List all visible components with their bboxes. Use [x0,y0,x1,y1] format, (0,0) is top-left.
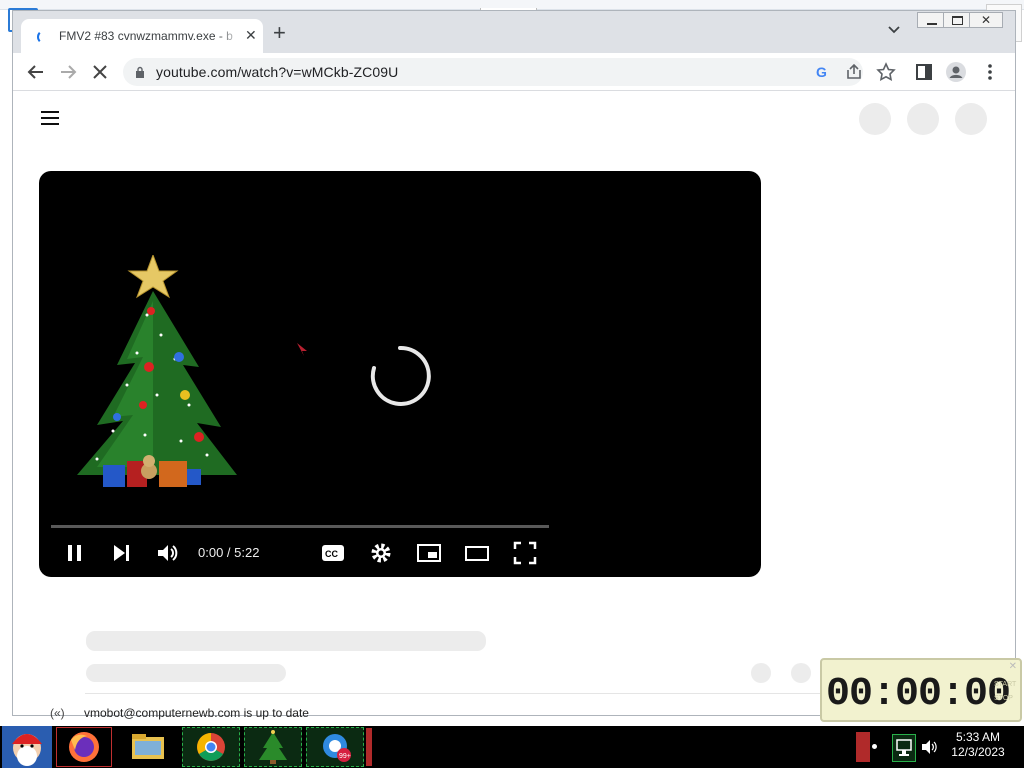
restore-button[interactable] [943,12,971,28]
santa-icon [2,726,52,768]
notification-text: («) vmobot@computernewb.com is up to dat… [50,706,309,720]
timer-digits: 00:00:00 [826,672,1011,717]
theater-mode-icon[interactable] [465,541,489,565]
clock-time: 5:33 AM [955,730,1001,744]
hamburger-menu-icon[interactable] [41,111,59,125]
stop-loading-icon[interactable] [89,61,111,83]
toolbar: youtube.com/watch?v=wMCkb-ZC09U G [13,53,1015,91]
timer-stop-label[interactable]: STOP [994,692,1016,706]
placeholder-button [859,103,891,135]
share-icon[interactable] [843,61,865,83]
close-tab-icon[interactable]: ✕ [245,27,257,43]
miniplayer-icon[interactable] [417,541,441,565]
folder-icon [132,734,164,759]
loading-spinner-icon [370,345,431,406]
chat-icon: 99+ [323,734,351,762]
clock[interactable]: 5:33 AM 12/3/2023 [946,730,1010,760]
network-icon[interactable] [892,734,916,762]
tray-indicator[interactable] [856,732,870,762]
browser-window: FMV2 #83 cvnwzmammv.exe - b ✕ + ✕ youtub… [12,10,1016,716]
fullscreen-icon[interactable] [513,541,537,565]
new-tab-button[interactable]: + [273,22,286,44]
loading-icon [37,30,51,44]
placeholder-dot [751,663,771,683]
title-placeholder [86,631,486,651]
volume-icon[interactable] [155,541,179,565]
svg-text:G: G [816,64,827,80]
back-icon[interactable] [25,61,47,83]
taskbar-christmas-tree[interactable] [244,727,302,767]
address-bar[interactable]: youtube.com/watch?v=wMCkb-ZC09U [123,58,863,86]
firefox-icon [69,732,99,762]
tab-active[interactable]: FMV2 #83 cvnwzmammv.exe - b ✕ [21,19,263,53]
desktop: FMV2 #83 cvnwzmammv.exe - b ✕ + ✕ youtub… [0,0,1024,768]
menu-dots-icon[interactable] [979,61,1001,83]
countdown-timer-widget[interactable]: 00:00:00 START STOP ✕ [820,658,1022,722]
chevron-down-icon[interactable] [887,23,901,37]
next-icon[interactable] [109,541,133,565]
tab-bar: FMV2 #83 cvnwzmammv.exe - b ✕ + ✕ [13,11,1015,53]
time-display: 0:00 / 5:22 [198,545,260,560]
settings-gear-icon[interactable] [369,541,393,565]
placeholder-avatar [955,103,987,135]
video-player[interactable]: 0:00 / 5:22 CC [39,171,761,577]
minimize-button[interactable] [917,12,945,28]
captions-icon[interactable]: CC [321,541,345,565]
chrome-icon [197,733,225,761]
youtube-page: 0:00 / 5:22 CC [13,91,1015,715]
tab-title: FMV2 #83 cvnwzmammv.exe - b [59,29,233,43]
speaker-icon[interactable] [920,738,938,756]
placeholder-button [907,103,939,135]
close-window-button[interactable]: ✕ [969,12,1003,28]
clock-date: 12/3/2023 [951,745,1005,759]
svg-text:99+: 99+ [339,753,351,760]
start-button[interactable] [2,726,52,768]
lock-icon [136,66,144,78]
profile-icon[interactable] [945,61,967,83]
timer-start-label[interactable]: START [994,678,1016,692]
url-text: youtube.com/watch?v=wMCkb-ZC09U [156,64,399,80]
placeholder-dot [791,663,811,683]
cursor-icon [297,343,307,356]
tree-icon [259,730,287,764]
svg-text:CC: CC [325,549,338,559]
taskbar-chrome[interactable] [182,727,240,767]
taskbar-firefox[interactable] [56,727,112,767]
taskbar-file-explorer[interactable] [122,727,174,767]
progress-bar[interactable] [51,525,549,528]
google-icon[interactable]: G [811,61,833,83]
bookmark-star-icon[interactable] [875,61,897,83]
side-panel-icon[interactable] [913,61,935,83]
pause-icon[interactable] [63,541,87,565]
timer-close-icon[interactable]: ✕ [1009,661,1017,672]
taskbar: 99+ 5:33 AM 12/3/2023 [0,726,1024,768]
forward-icon[interactable] [57,61,79,83]
subtitle-placeholder [86,664,286,682]
christmas-tree-image [77,255,237,487]
taskbar-messenger[interactable]: 99+ [306,727,364,767]
